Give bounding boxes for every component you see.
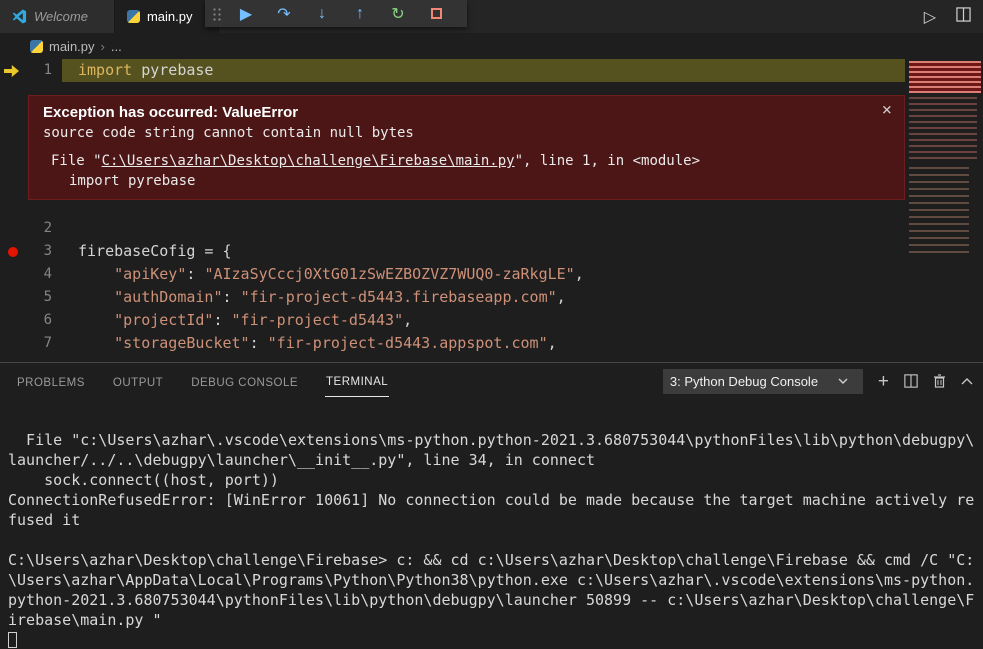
line-number[interactable]: 3 bbox=[0, 240, 62, 263]
terminal-cursor-line bbox=[8, 630, 983, 649]
breadcrumb-file[interactable]: main.py bbox=[49, 39, 95, 54]
exception-title: Exception has occurred: ValueError bbox=[43, 104, 299, 121]
minimap-code-region bbox=[909, 167, 969, 255]
minimap-exception-region bbox=[909, 61, 981, 93]
code-area[interactable]: 1 import pyrebase Exception has occurred: … bbox=[0, 59, 905, 362]
panel-tab-terminal[interactable]: TERMINAL bbox=[325, 365, 390, 397]
code-line[interactable]: 2 bbox=[0, 217, 905, 240]
terminal-line: launcher/../..\debugpy\launcher\__init__… bbox=[8, 451, 595, 469]
breakpoint-icon[interactable] bbox=[8, 247, 18, 257]
code-text: "authDomain": "fir-project-d5443.firebas… bbox=[114, 288, 566, 306]
line-number[interactable]: 6 bbox=[0, 309, 62, 332]
toolbar-drag-handle-icon[interactable] bbox=[211, 5, 223, 22]
breadcrumb: main.py › ... bbox=[0, 33, 983, 59]
terminal-line: python-2021.3.680753044\pythonFiles\lib\… bbox=[8, 591, 975, 609]
debug-continue-icon[interactable]: ▶ bbox=[227, 0, 265, 27]
line-number[interactable]: 5 bbox=[0, 286, 62, 309]
python-file-icon bbox=[126, 10, 140, 23]
panel-tab-debug-console[interactable]: DEBUG CONSOLE bbox=[190, 366, 299, 397]
chevron-down-icon bbox=[838, 378, 848, 384]
frame-prefix: File " bbox=[51, 153, 102, 169]
code-text: firebaseCofig = { bbox=[78, 242, 232, 260]
terminal-line: irebase\main.py " bbox=[8, 611, 162, 629]
terminal-selector-label: 3: Python Debug Console bbox=[669, 373, 819, 389]
bottom-panel: PROBLEMS OUTPUT DEBUG CONSOLE TERMINAL 3: P… bbox=[0, 362, 983, 649]
debug-step-out-icon[interactable]: ↑ bbox=[341, 0, 379, 27]
terminal-selector-dropdown[interactable]: 3: Python Debug Console bbox=[662, 368, 863, 394]
debug-stop-icon[interactable] bbox=[417, 0, 455, 27]
code-line[interactable]: 6 "projectId": "fir-project-d5443", bbox=[0, 309, 905, 332]
line-number[interactable]: 2 bbox=[0, 217, 62, 240]
terminal-line: C:\Users\azhar\Desktop\challenge\Firebas… bbox=[8, 551, 975, 569]
breadcrumb-separator-icon: › bbox=[100, 38, 105, 54]
panel-tab-problems[interactable]: PROBLEMS bbox=[16, 366, 86, 397]
tab-bar: Welcome main.py ▷ ▶ ↷ ↓ ↑ ↻ bbox=[0, 0, 983, 33]
panel-header: PROBLEMS OUTPUT DEBUG CONSOLE TERMINAL 3: P… bbox=[0, 363, 983, 399]
breadcrumb-more[interactable]: ... bbox=[111, 39, 122, 54]
line-number[interactable]: 7 bbox=[0, 332, 62, 355]
terminal-line: File "c:\Users\azhar\.vscode\extensions\… bbox=[8, 431, 975, 449]
python-file-icon bbox=[30, 39, 43, 53]
code-text: import pyrebase bbox=[78, 61, 214, 79]
exception-message: source code string cannot contain null b… bbox=[43, 125, 414, 141]
terminal-output[interactable]: File "c:\Users\azhar\.vscode\extensions\… bbox=[0, 400, 983, 649]
terminal-line: ConnectionRefusedError: [WinError 10061]… bbox=[8, 491, 975, 509]
terminal-line: sock.connect((host, port)) bbox=[8, 471, 279, 489]
terminal-line: fused it bbox=[8, 511, 81, 529]
editor-actions: ▷ bbox=[924, 0, 971, 33]
debug-step-over-icon[interactable]: ↷ bbox=[265, 0, 303, 27]
run-file-icon[interactable]: ▷ bbox=[924, 7, 936, 27]
panel-actions: 3: Python Debug Console + bbox=[662, 368, 973, 394]
panel-tab-output[interactable]: OUTPUT bbox=[112, 366, 164, 397]
code-line[interactable]: 3 firebaseCofig = { bbox=[0, 240, 905, 263]
exception-frame-code: import pyrebase bbox=[69, 173, 196, 189]
line-number[interactable]: 1 bbox=[0, 59, 62, 82]
tab-main-label: main.py bbox=[146, 9, 193, 24]
terminal-cursor bbox=[8, 632, 17, 648]
close-icon[interactable]: × bbox=[882, 102, 892, 119]
line-number[interactable]: 4 bbox=[0, 263, 62, 286]
editor[interactable]: 1 import pyrebase Exception has occurred: … bbox=[0, 59, 983, 362]
tab-welcome-label: Welcome bbox=[34, 9, 88, 24]
new-terminal-icon[interactable]: + bbox=[878, 372, 889, 391]
code-line[interactable]: 5 "authDomain": "fir-project-d5443.fireb… bbox=[0, 286, 905, 309]
tab-main[interactable]: main.py bbox=[114, 0, 220, 33]
debug-restart-icon[interactable]: ↻ bbox=[379, 0, 417, 27]
split-terminal-icon[interactable] bbox=[904, 374, 918, 388]
debug-step-into-icon[interactable]: ↓ bbox=[303, 0, 341, 27]
minimap[interactable] bbox=[905, 59, 983, 362]
maximize-panel-chevron-up-icon[interactable] bbox=[961, 377, 973, 385]
kill-terminal-trash-icon[interactable] bbox=[933, 374, 946, 388]
tab-welcome[interactable]: Welcome bbox=[0, 0, 115, 33]
split-editor-icon[interactable] bbox=[956, 6, 971, 27]
current-line-arrow-icon bbox=[4, 65, 19, 77]
code-line[interactable]: 7 "storageBucket": "fir-project-d5443.ap… bbox=[0, 332, 905, 355]
minimap-code-region bbox=[909, 97, 977, 163]
terminal-line: \Users\azhar\AppData\Local\Programs\Pyth… bbox=[8, 571, 975, 589]
exception-stack-frame: File "C:\Users\azhar\Desktop\challenge\F… bbox=[43, 153, 890, 169]
code-line[interactable]: 4 "apiKey": "AIzaSyCccj0XtG01zSwEZBOZVZ7… bbox=[0, 263, 905, 286]
frame-suffix: ", line 1, in <module> bbox=[514, 153, 701, 169]
vscode-window: Welcome main.py ▷ ▶ ↷ ↓ ↑ ↻ main.py › ..… bbox=[0, 0, 983, 649]
code-line[interactable]: 1 import pyrebase bbox=[0, 59, 905, 82]
code-text: "apiKey": "AIzaSyCccj0XtG01zSwEZBOZVZ7WU… bbox=[114, 265, 584, 283]
debug-toolbar: ▶ ↷ ↓ ↑ ↻ bbox=[205, 0, 467, 27]
frame-path-link[interactable]: C:\Users\azhar\Desktop\challenge\Firebas… bbox=[102, 153, 515, 169]
exception-widget: Exception has occurred: ValueError source… bbox=[28, 95, 905, 200]
panel-tabs: PROBLEMS OUTPUT DEBUG CONSOLE TERMINAL bbox=[16, 365, 415, 397]
code-text: "projectId": "fir-project-d5443", bbox=[114, 311, 413, 329]
vscode-logo-icon bbox=[12, 9, 27, 24]
code-text: "storageBucket": "fir-project-d5443.apps… bbox=[114, 334, 557, 352]
